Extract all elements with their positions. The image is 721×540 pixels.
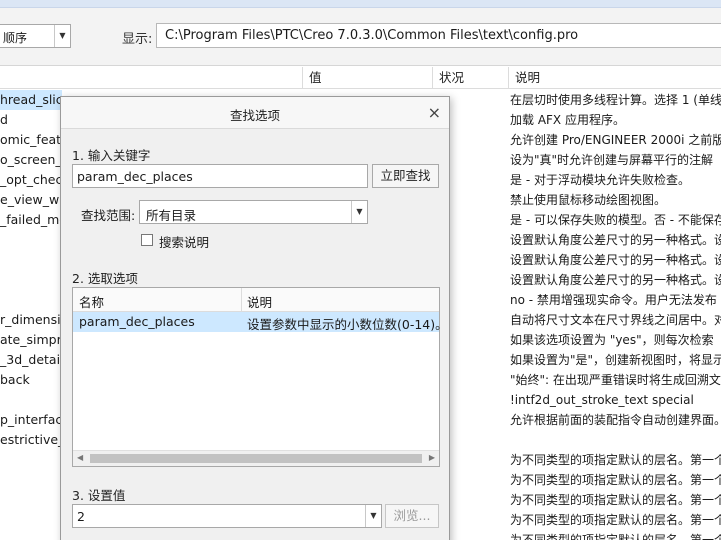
- list-item[interactable]: _opt_check: [0, 170, 62, 190]
- list-item[interactable]: hread_slicin: [0, 90, 62, 110]
- list-item[interactable]: o_screen_n: [0, 150, 62, 170]
- toolbar: 顺序 ▼ 显示: C:\Program Files\PTC\Creo 7.0.3…: [0, 8, 721, 66]
- show-label: 显示:: [122, 32, 153, 47]
- table-description-column[interactable]: 说明: [247, 292, 272, 311]
- list-item[interactable]: 为不同类型的项指定默认的层名。第一个: [510, 510, 721, 530]
- browse-button[interactable]: 浏览...: [385, 504, 439, 528]
- dialog-title: 查找选项: [229, 108, 280, 123]
- list-item[interactable]: 允许根据前面的装配指令自动创建界面。: [510, 410, 721, 430]
- list-item[interactable]: _3d_detail_: [0, 350, 62, 370]
- column-description[interactable]: 说明: [508, 67, 721, 89]
- sort-select-value: 顺序: [3, 31, 28, 45]
- list-item[interactable]: d: [0, 110, 62, 130]
- list-item[interactable]: [0, 250, 62, 270]
- list-item[interactable]: [0, 390, 62, 410]
- results-table-header: 名称 说明: [73, 288, 439, 312]
- chevron-down-icon[interactable]: ▼: [365, 505, 381, 527]
- result-description: 设置参数中显示的小数位数(0-14)。: [247, 317, 448, 332]
- value-select[interactable]: 2 ▼: [72, 504, 382, 528]
- top-strip: [0, 0, 721, 8]
- results-table: 名称 说明 param_dec_places 设置参数中显示的小数位数(0-14…: [72, 287, 448, 467]
- list-item[interactable]: no - 禁用增强现实命令。用户无法发布: [510, 290, 721, 310]
- horizontal-scrollbar[interactable]: ◀ ▶: [73, 450, 439, 466]
- list-item[interactable]: 设置默认角度公差尺寸的另一种格式。设: [510, 270, 721, 290]
- chevron-down-icon[interactable]: ▼: [351, 201, 367, 223]
- list-item[interactable]: [510, 430, 721, 450]
- list-item[interactable]: [0, 290, 62, 310]
- scope-select-value: 所有目录: [146, 208, 197, 223]
- list-item[interactable]: 设置默认角度公差尺寸的另一种格式。设: [510, 230, 721, 250]
- list-item[interactable]: 设为"真"时允许创建与屏幕平行的注解: [510, 150, 721, 170]
- list-item[interactable]: 为不同类型的项指定默认的层名。第一个: [510, 470, 721, 490]
- column-header: 值 状况 说明: [0, 67, 721, 89]
- list-item[interactable]: estrictive_r: [0, 430, 62, 450]
- find-now-button[interactable]: 立即查找: [372, 164, 439, 188]
- sort-select[interactable]: 顺序 ▼: [0, 24, 71, 48]
- list-item[interactable]: [0, 230, 62, 250]
- close-icon[interactable]: ×: [428, 103, 441, 122]
- list-item[interactable]: "始终": 在出现严重错误时将生成回溯文: [510, 370, 721, 390]
- table-name-column[interactable]: 名称: [79, 292, 104, 311]
- list-item[interactable]: 如果该选项设置为 "yes"，则每次检索: [510, 330, 721, 350]
- find-option-dialog: 查找选项 × 1. 输入关键字 param_dec_places 立即查找 查找…: [60, 96, 450, 540]
- list-item[interactable]: [0, 270, 62, 290]
- section-enter-keyword: 1. 输入关键字: [72, 148, 151, 163]
- list-item[interactable]: omic_featu: [0, 130, 62, 150]
- section-select-option: 2. 选取选项: [72, 271, 138, 286]
- table-row[interactable]: param_dec_places 设置参数中显示的小数位数(0-14)。: [73, 312, 448, 332]
- list-item[interactable]: 加载 AFX 应用程序。: [510, 110, 721, 130]
- search-description-checkbox[interactable]: [141, 234, 153, 246]
- column-value[interactable]: 值: [302, 67, 432, 89]
- scope-select[interactable]: 所有目录 ▼: [139, 200, 368, 224]
- list-item[interactable]: 是 - 可以保存失败的模型。否 - 不能保存: [510, 210, 721, 230]
- list-item[interactable]: r_dimensio: [0, 310, 62, 330]
- list-item[interactable]: 为不同类型的项指定默认的层名。第一个: [510, 490, 721, 510]
- list-item[interactable]: p_interface: [0, 410, 62, 430]
- list-item[interactable]: 为不同类型的项指定默认的层名。第一个: [510, 450, 721, 470]
- list-item[interactable]: back: [0, 370, 62, 390]
- column-status[interactable]: 状况: [432, 67, 508, 89]
- value-select-value: 2: [77, 509, 85, 524]
- list-item[interactable]: e_view_with: [0, 190, 62, 210]
- list-item[interactable]: 是 - 对于浮动模块允许失败检查。: [510, 170, 721, 190]
- scroll-left-icon[interactable]: ◀: [77, 453, 83, 462]
- search-description-label: 搜索说明: [159, 235, 210, 250]
- list-item[interactable]: 在层切时使用多线程计算。选择 1 (单线: [510, 90, 721, 110]
- chevron-down-icon[interactable]: ▼: [54, 25, 70, 47]
- config-path-field[interactable]: C:\Program Files\PTC\Creo 7.0.3.0\Common…: [156, 23, 721, 48]
- list-item[interactable]: 设置默认角度公差尺寸的另一种格式。设: [510, 250, 721, 270]
- scrollbar-thumb[interactable]: [90, 454, 422, 463]
- keyword-input[interactable]: param_dec_places: [72, 164, 368, 188]
- column-divider[interactable]: [241, 288, 242, 312]
- scroll-right-icon[interactable]: ▶: [429, 453, 435, 462]
- list-item[interactable]: _failed_mo: [0, 210, 62, 230]
- dialog-title-bar: 查找选项 ×: [61, 97, 449, 129]
- list-item[interactable]: ate_simpre: [0, 330, 62, 350]
- list-item[interactable]: 为不同类型的项指定默认的层名。第一个: [510, 530, 721, 540]
- option-description-list: 在层切时使用多线程计算。选择 1 (单线 加载 AFX 应用程序。 允许创建 Pro…: [510, 90, 721, 540]
- scope-label: 查找范围:: [81, 208, 136, 223]
- list-item[interactable]: 允许创建 Pro/ENGINEER 2000i 之前版: [510, 130, 721, 150]
- list-item[interactable]: !intf2d_out_stroke_text special: [510, 390, 721, 410]
- list-item[interactable]: 禁止使用鼠标移动绘图视图。: [510, 190, 721, 210]
- list-item[interactable]: 如果设置为"是"，创建新视图时，将显示: [510, 350, 721, 370]
- section-set-value: 3. 设置值: [72, 488, 126, 503]
- list-item[interactable]: 自动将尺寸文本在尺寸界线之间居中。对: [510, 310, 721, 330]
- result-name: param_dec_places: [79, 314, 195, 329]
- option-name-list: hread_slicindomic_featuo_screen_n_opt_ch…: [0, 90, 62, 450]
